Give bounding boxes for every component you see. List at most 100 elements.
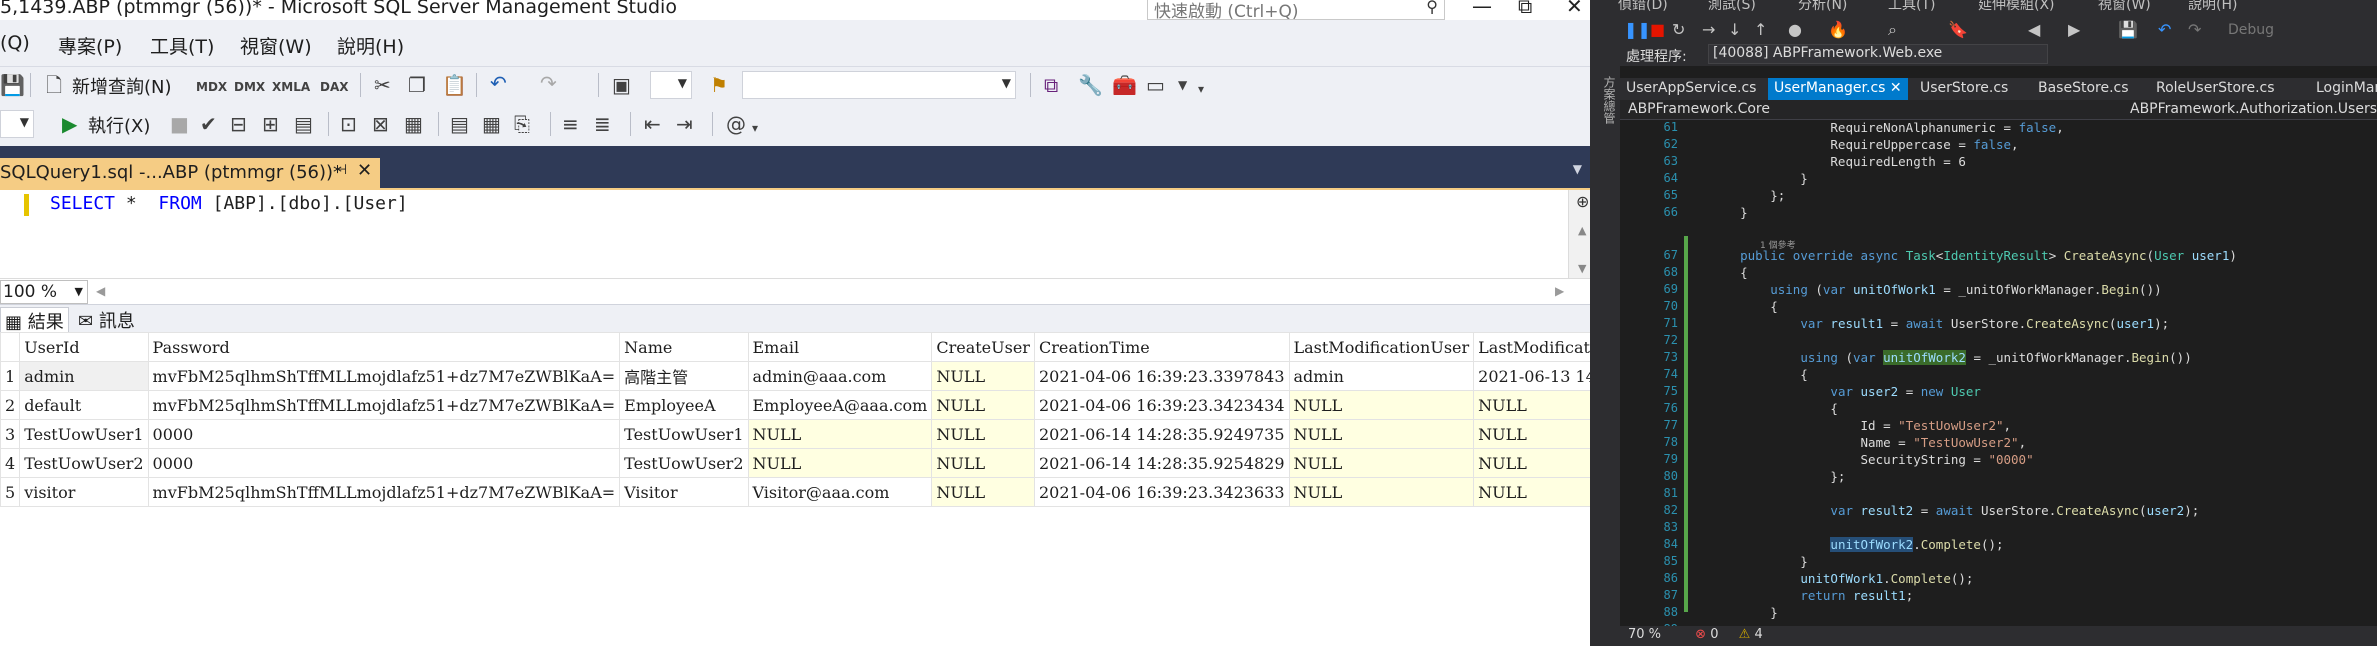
menu-query[interactable]: (Q) [0,32,30,54]
grid-cell[interactable]: NULL [1288,477,1475,507]
grid-cell[interactable]: admin@aaa.com [747,361,933,391]
comment-icon[interactable]: ≡ [562,114,579,134]
vs-menu-tools[interactable]: 工具(T) [1888,0,1935,14]
grid-cell[interactable]: TestUowUser2 [19,448,149,478]
client-stats-icon[interactable]: ▦ [404,114,423,134]
display-plan-icon[interactable]: ⊟ [230,114,247,134]
new-query-button[interactable]: 新增查詢(N) [72,73,172,99]
quick-launch-input[interactable]: 快速啟動 (Ctrl+Q) ⚲ [1147,0,1445,22]
xmla-query-icon[interactable]: XMLA [272,81,310,93]
grid-cell[interactable]: 0000 [147,419,621,449]
template-parameters-icon[interactable]: @ [726,114,746,134]
tab-userappservice[interactable]: UserAppService.cs [1620,78,1762,100]
row-number[interactable]: 1 [0,361,21,391]
code-editor[interactable]: 61 62 63 64 65 66 67 68 69 70 71 72 73 74 75 76 77 78 79 80… [1620,120,2377,646]
type-dropdown[interactable]: ABPFramework.Authorization.Users.User [2130,101,2377,117]
pin-icon[interactable]: ⊣ [335,162,347,178]
table-row[interactable]: 4 TestUowUser2 0000 TestUowUser2 NULL NULL 202… [0,448,1598,478]
intellisense-icon[interactable]: ▤ [294,114,313,134]
restore-button[interactable]: ⧉ [1518,0,1532,18]
parse-icon[interactable]: ✔ [200,114,217,134]
table-row[interactable]: 2 default mvFbM25qlhmShTffMLLmojdlafz51+dz… [0,390,1598,420]
stop-debug-icon[interactable]: ■ [1650,20,1665,39]
database-combo[interactable]: ▼ [0,110,34,138]
scroll-up-icon[interactable]: ▲ [1578,224,1586,237]
step-into-icon[interactable]: ↓ [1728,20,1741,39]
grid-cell[interactable]: TestUowUser1 [19,419,149,449]
grid-cell[interactable]: NULL [747,448,933,478]
query-options-icon[interactable]: ⊞ [262,114,279,134]
grid-cell[interactable]: 2021-04-06 16:39:23.3397843 [1033,361,1290,391]
grid-cell[interactable]: visitor [19,477,149,507]
cut-icon[interactable]: ✂ [374,75,391,95]
hot-reload-icon[interactable]: 🔥 [1828,20,1848,39]
grid-cell[interactable]: 0000 [147,448,621,478]
chevron-down-icon[interactable]: ▼ [1178,79,1187,91]
activity-monitor-icon[interactable]: ▣ [612,75,631,95]
table-row[interactable]: 3 TestUowUser1 0000 TestUowUser1 NULL NULL 202… [0,419,1598,449]
grid-cell[interactable]: default [19,390,149,420]
query-editor[interactable]: SELECT * FROM [ABP].[dbo].[User] ⊕ ▲ ▼ [0,188,1598,280]
grid-cell[interactable]: mvFbM25qlhmShTffMLLmojdlafz51+dz7M7eZWBl… [147,390,621,420]
menu-window[interactable]: 視窗(W) [240,32,312,59]
column-header[interactable]: UserId [19,332,149,362]
increase-indent-icon[interactable]: ⇥ [676,114,693,134]
grid-cell[interactable]: EmployeeA [619,390,749,420]
process-combo[interactable]: [40088] ABPFramework.Web.exe [1708,44,2048,64]
row-number[interactable]: 5 [0,477,21,507]
grid-cell[interactable]: admin [1288,361,1475,391]
decrease-indent-icon[interactable]: ⇤ [644,114,661,134]
dmx-query-icon[interactable]: DMX [234,81,265,93]
grid-cell[interactable]: 2021-06-14 14:28:35.9254829 [1033,448,1290,478]
paste-icon[interactable]: 📋 [442,75,467,95]
uncomment-icon[interactable]: ≣ [594,114,611,134]
step-over-icon[interactable]: → [1702,20,1715,39]
column-header[interactable]: CreateUser [931,332,1035,362]
vs-menu-window[interactable]: 視窗(W) [2098,0,2151,14]
copy-icon[interactable]: ❐ [408,75,426,95]
vs-menu-help[interactable]: 說明(H) [2188,0,2237,14]
tab-messages[interactable]: ✉ 訊息 [78,307,135,333]
toolbar-overflow-icon[interactable]: ▾ [1198,83,1204,95]
save-all-icon[interactable]: 💾 [2118,20,2138,39]
sql-statement[interactable]: SELECT * FROM [ABP].[dbo].[User] [50,193,408,214]
column-header[interactable]: LastModificationUser [1288,332,1475,362]
include-plan-icon[interactable]: ⊡ [340,114,357,134]
grid-cell[interactable]: 2021-06-14 14:28:35.9249735 [1033,419,1290,449]
undo-icon[interactable]: ↶ [2158,20,2171,39]
row-number[interactable]: 2 [0,390,21,420]
column-header[interactable]: CreationTime [1033,332,1290,362]
grid-cell[interactable]: NULL [931,361,1035,391]
vs-menu-test[interactable]: 測試(S) [1708,0,1756,14]
grid-cell[interactable]: NULL [1473,390,1598,420]
pause-icon[interactable]: ❚❚ [1624,20,1651,39]
find-icon[interactable]: ⚑ [710,75,728,95]
grid-cell[interactable]: 高階主管 [619,361,749,391]
grid-cell[interactable]: NULL [931,477,1035,507]
grid-cell[interactable]: NULL [1288,390,1475,420]
grid-cell[interactable]: mvFbM25qlhmShTffMLLmojdlafz51+dz7M7eZWBl… [147,361,621,391]
close-tab-button[interactable]: ✕ [357,160,372,181]
close-button[interactable]: ✕ [1566,0,1583,18]
table-row[interactable]: 5 visitor mvFbM25qlhmShTffMLLmojdlafz51+dz… [0,477,1598,507]
grid-cell[interactable]: EmployeeA@aaa.com [747,390,933,420]
menu-help[interactable]: 說明(H) [337,32,404,59]
results-to-file-icon[interactable]: ⎘ [514,114,530,134]
zoom-combo[interactable]: 100 % ▼ [0,280,88,304]
grid-cell[interactable]: NULL [1473,477,1598,507]
column-header[interactable]: Password [147,332,621,362]
grid-corner[interactable] [0,332,21,362]
close-tab-button[interactable]: ✕ [1890,80,1902,96]
vs-menu-analyze[interactable]: 分析(N) [1798,0,1847,14]
find-combo[interactable]: ▼ [742,71,1016,99]
table-row[interactable]: 1 admin mvFbM25qlhmShTffMLLmojdlafz51+dz7M… [0,361,1598,391]
restart-icon[interactable]: ↻ [1672,20,1685,39]
column-header[interactable]: LastModificationTime [1473,332,1598,362]
stop-icon[interactable]: ■ [170,114,189,134]
navigate-back-icon[interactable]: ◀ [2028,20,2040,39]
solution-explorer-tab[interactable]: 方案總管 [1601,76,1618,124]
grid-cell[interactable]: admin [19,361,149,391]
command-window-icon[interactable]: ▭ [1146,75,1165,95]
redo-icon[interactable]: ↷ [540,73,557,93]
redo-icon[interactable]: ↷ [2188,20,2201,39]
